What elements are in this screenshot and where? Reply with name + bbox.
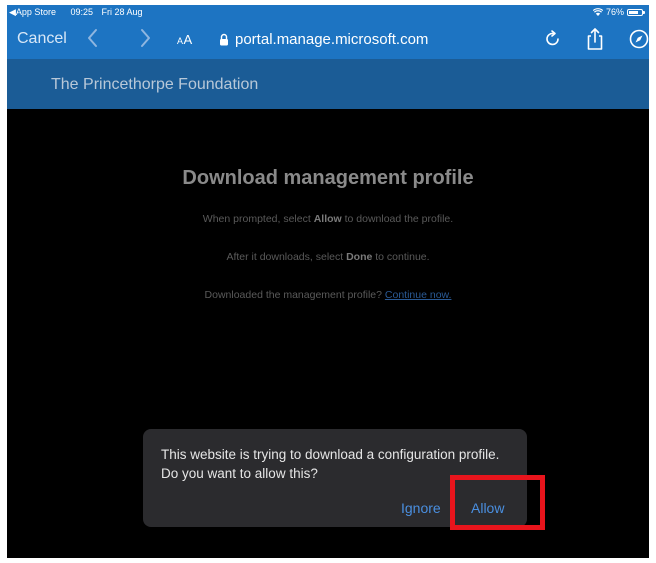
instruction-allow-pre: When prompted, select — [202, 213, 314, 225]
allow-highlight-box — [450, 475, 545, 530]
status-left[interactable]: ◀App Store 09:25 Fri 28 Aug — [9, 5, 149, 19]
instruction-done-post: to continue. — [372, 251, 430, 263]
text-size-button[interactable]: AA — [177, 32, 193, 47]
instruction-done-bold: Done — [346, 251, 373, 263]
org-banner: The Princethorpe Foundation — [7, 59, 649, 109]
battery-fill — [629, 10, 638, 14]
browser-navbar: Cancel AA portal.manage.microsoft.com — [7, 19, 649, 59]
cancel-button[interactable]: Cancel — [17, 30, 67, 48]
reload-icon[interactable] — [541, 26, 565, 52]
text-size-large-label: A — [183, 32, 193, 47]
org-name: The Princethorpe Foundation — [51, 76, 259, 93]
instruction-continue: Downloaded the management profile? Conti… — [7, 289, 649, 301]
chevron-right-icon[interactable] — [135, 27, 155, 49]
instruction-allow: When prompted, select Allow to download … — [7, 213, 649, 225]
page-title: Download management profile — [182, 167, 474, 189]
instruction-allow-bold: Allow — [313, 213, 342, 225]
battery-percent: 76% — [605, 7, 624, 17]
status-right: 76% — [592, 5, 645, 19]
compass-icon[interactable] — [627, 26, 649, 52]
back-app-label: App Store — [15, 7, 56, 17]
address-bar[interactable]: portal.manage.microsoft.com — [219, 29, 428, 49]
wifi-icon — [592, 8, 603, 16]
ipad-screen: ◀App Store 09:25 Fri 28 Aug 76% Cancel A… — [7, 5, 649, 558]
back-to-app-link[interactable]: ◀App Store — [9, 7, 62, 17]
status-time: 09:25 — [70, 7, 93, 17]
continue-now-link[interactable]: Continue now. — [385, 289, 452, 301]
instruction-continue-pre: Downloaded the management profile? — [204, 289, 385, 301]
browser-chrome: ◀App Store 09:25 Fri 28 Aug 76% Cancel A… — [7, 5, 649, 59]
battery-icon — [627, 8, 645, 16]
chevron-left-icon[interactable] — [83, 27, 103, 49]
url-text: portal.manage.microsoft.com — [235, 30, 429, 48]
instruction-allow-post: to download the profile. — [341, 213, 454, 225]
status-date: Fri 28 Aug — [101, 7, 143, 17]
instruction-done: After it downloads, select Done to conti… — [7, 251, 649, 263]
ignore-button[interactable]: Ignore — [401, 500, 441, 516]
instruction-done-pre: After it downloads, select — [226, 251, 347, 263]
status-bar: ◀App Store 09:25 Fri 28 Aug 76% — [7, 5, 649, 19]
lock-icon — [220, 33, 228, 45]
share-icon[interactable] — [583, 26, 607, 52]
